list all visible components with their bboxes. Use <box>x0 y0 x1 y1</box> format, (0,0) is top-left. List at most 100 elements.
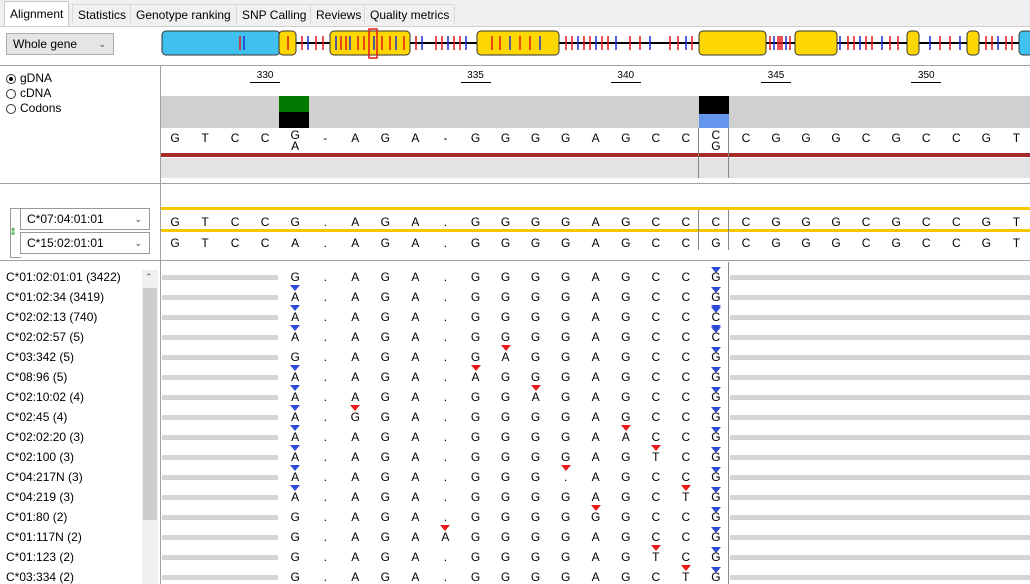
scroll-up-icon[interactable]: ⌃ <box>145 272 153 283</box>
candidate-base: A <box>591 290 600 304</box>
candidate-coverage-left <box>162 495 278 500</box>
candidate-base: G <box>621 570 631 584</box>
region-select[interactable]: Whole gene ⌄ <box>6 33 114 55</box>
radio-codons[interactable]: Codons <box>6 101 61 115</box>
candidate-base: A <box>471 370 480 384</box>
candidate-base: G <box>500 510 511 524</box>
ruler-tick-bar <box>460 82 491 83</box>
candidate-scrollbar-thumb[interactable] <box>143 288 157 520</box>
candidate-label[interactable]: C*01:80 (2) <box>6 510 67 524</box>
candidate-base: . <box>443 350 448 364</box>
candidate-label[interactable]: C*01:117N (2) <box>6 530 82 544</box>
candidate-base: G <box>530 450 541 464</box>
allele-base: C <box>861 215 871 229</box>
candidate-coverage-left <box>162 435 278 440</box>
candidate-label[interactable]: C*08:96 (5) <box>6 370 67 384</box>
swap-icon[interactable]: ⇕ <box>9 227 17 238</box>
radio-cdna[interactable]: cDNA <box>6 86 51 100</box>
candidate-base: . <box>443 370 448 384</box>
candidate-base: C <box>651 350 661 364</box>
candidate-base: A <box>351 490 360 504</box>
candidate-base: . <box>443 270 448 284</box>
column-marker <box>710 487 721 493</box>
allele-base: C <box>921 236 931 250</box>
candidate-label[interactable]: C*03:342 (5) <box>6 350 74 364</box>
candidate-base: . <box>323 350 327 364</box>
candidate-label[interactable]: C*02:02:20 (3) <box>6 430 84 444</box>
candidate-label[interactable]: C*02:02:13 (740) <box>6 310 97 324</box>
candidate-base: C <box>651 310 661 324</box>
candidate-label[interactable]: C*01:02:01:01 (3422) <box>6 270 121 284</box>
candidate-base: . <box>563 470 568 484</box>
candidate-label[interactable]: C*02:100 (3) <box>6 450 74 464</box>
tab-alignment[interactable]: Alignment <box>4 1 70 26</box>
candidate-base: G <box>591 510 601 524</box>
candidate-label[interactable]: C*04:217N (3) <box>6 470 83 484</box>
mismatch-marker <box>500 345 511 351</box>
candidate-base: G <box>500 490 511 504</box>
allele-1-select[interactable]: C*07:04:01:01 ⌄ <box>20 208 150 230</box>
allele-base: G <box>621 236 631 250</box>
chevron-down-icon: ⌄ <box>134 214 142 224</box>
candidate-base: G <box>380 270 391 284</box>
candidate-base: C <box>651 410 661 424</box>
candidate-base: G <box>500 570 511 584</box>
candidate-coverage-right <box>730 315 1030 320</box>
candidate-base: G <box>621 530 631 544</box>
allele-base: A <box>351 215 360 229</box>
reference-base: T <box>201 131 209 145</box>
allele-base: . <box>443 236 448 250</box>
candidate-base: C <box>681 350 691 364</box>
candidate-base: G <box>500 390 511 404</box>
tab-statistics[interactable]: Statistics <box>72 4 133 24</box>
candidate-label[interactable]: C*01:123 (2) <box>6 550 74 564</box>
allele-base: G <box>801 236 811 250</box>
candidate-base: G <box>500 450 511 464</box>
candidate-base: A <box>591 370 600 384</box>
candidate-base: G <box>560 450 571 464</box>
candidate-base: G <box>470 530 481 544</box>
reference-base: G <box>170 131 180 145</box>
selected-column-left <box>698 128 699 178</box>
candidate-base: G <box>290 270 300 284</box>
allele-base: G <box>170 215 180 229</box>
gene-overview[interactable] <box>160 28 1030 60</box>
candidate-base: . <box>443 470 448 484</box>
allele-base: C <box>260 236 270 250</box>
reference-base: C <box>681 131 691 145</box>
candidate-base: G <box>530 430 541 444</box>
tab-snp-calling[interactable]: SNP Calling <box>236 4 313 24</box>
tab-reviews[interactable]: Reviews <box>310 4 368 24</box>
radio-cdna-indicator <box>6 89 16 99</box>
mismatch-marker <box>440 525 451 531</box>
candidate-base: C <box>651 290 661 304</box>
candidate-coverage-left <box>162 335 278 340</box>
candidate-label[interactable]: C*02:45 (4) <box>6 410 67 424</box>
candidate-base: G <box>560 310 571 324</box>
candidate-label[interactable]: C*04:219 (3) <box>6 490 74 504</box>
tab-quality-metrics[interactable]: Quality metrics <box>364 4 456 24</box>
candidate-base: A <box>591 410 600 424</box>
reference-base: G <box>530 131 541 145</box>
allele-2-select[interactable]: C*15:02:01:01 ⌄ <box>20 232 150 254</box>
allele-base: T <box>1012 215 1021 229</box>
allele-base: C <box>951 215 961 229</box>
candidate-label[interactable]: C*02:02:57 (5) <box>6 330 84 344</box>
candidate-label[interactable]: C*03:334 (2) <box>6 570 74 584</box>
candidate-base: A <box>411 430 420 444</box>
mismatch-marker <box>290 405 301 411</box>
candidate-base: G <box>560 290 571 304</box>
candidate-label[interactable]: C*01:02:34 (3419) <box>6 290 104 304</box>
candidate-coverage-left <box>162 395 278 400</box>
candidate-base: G <box>380 530 391 544</box>
radio-gdna[interactable]: gDNA <box>6 71 52 85</box>
reference-bar <box>161 153 1030 157</box>
candidate-base: . <box>323 510 327 524</box>
candidate-base: A <box>291 430 300 444</box>
candidate-label[interactable]: C*02:10:02 (4) <box>6 390 84 404</box>
reference-alt-base: G <box>711 139 721 153</box>
allele-base: A <box>591 236 600 250</box>
candidate-base: A <box>351 390 360 404</box>
tab-genotype-ranking[interactable]: Genotype ranking <box>130 4 237 24</box>
candidate-base: G <box>470 390 481 404</box>
